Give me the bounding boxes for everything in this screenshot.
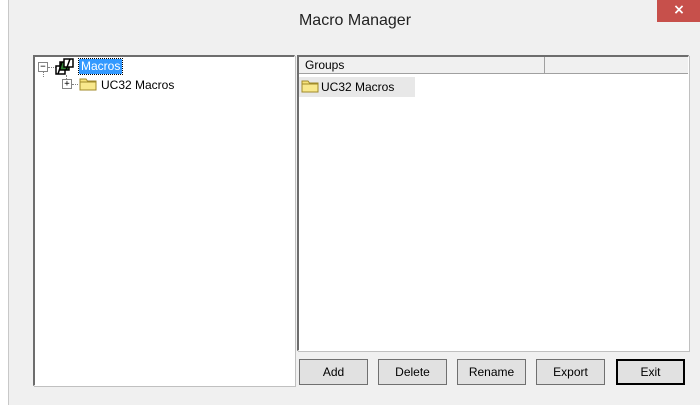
tree-connector	[72, 84, 78, 85]
column-header-empty[interactable]	[545, 57, 688, 74]
groups-list[interactable]: Groups UC32 Macros	[297, 55, 689, 351]
close-button[interactable]: ×	[657, 0, 700, 22]
expand-toggle[interactable]: +	[62, 79, 72, 89]
tree-item-macros[interactable]: Macros	[77, 58, 124, 75]
macro-manager-window: Macro Manager × − Macros + UC32 Macros G…	[8, 0, 700, 405]
add-button[interactable]: Add	[299, 359, 368, 385]
window-title: Macro Manager	[298, 12, 412, 29]
macros-icon	[55, 58, 75, 81]
column-header-groups[interactable]: Groups	[299, 57, 545, 74]
export-button[interactable]: Export	[536, 359, 605, 385]
delete-button[interactable]: Delete	[378, 359, 447, 385]
folder-icon	[301, 79, 319, 98]
list-item[interactable]: UC32 Macros	[299, 77, 415, 97]
rename-button[interactable]: Rename	[457, 359, 526, 385]
macro-tree[interactable]: − Macros + UC32 Macros	[33, 55, 295, 386]
exit-button[interactable]: Exit	[616, 359, 685, 385]
folder-icon	[79, 77, 97, 96]
tree-connector	[43, 72, 44, 77]
title-bar[interactable]: Macro Manager ×	[9, 0, 700, 42]
tree-item-uc32-macros[interactable]: UC32 Macros	[101, 78, 174, 93]
list-item-label: UC32 Macros	[321, 80, 395, 94]
collapse-toggle[interactable]: −	[38, 62, 48, 72]
